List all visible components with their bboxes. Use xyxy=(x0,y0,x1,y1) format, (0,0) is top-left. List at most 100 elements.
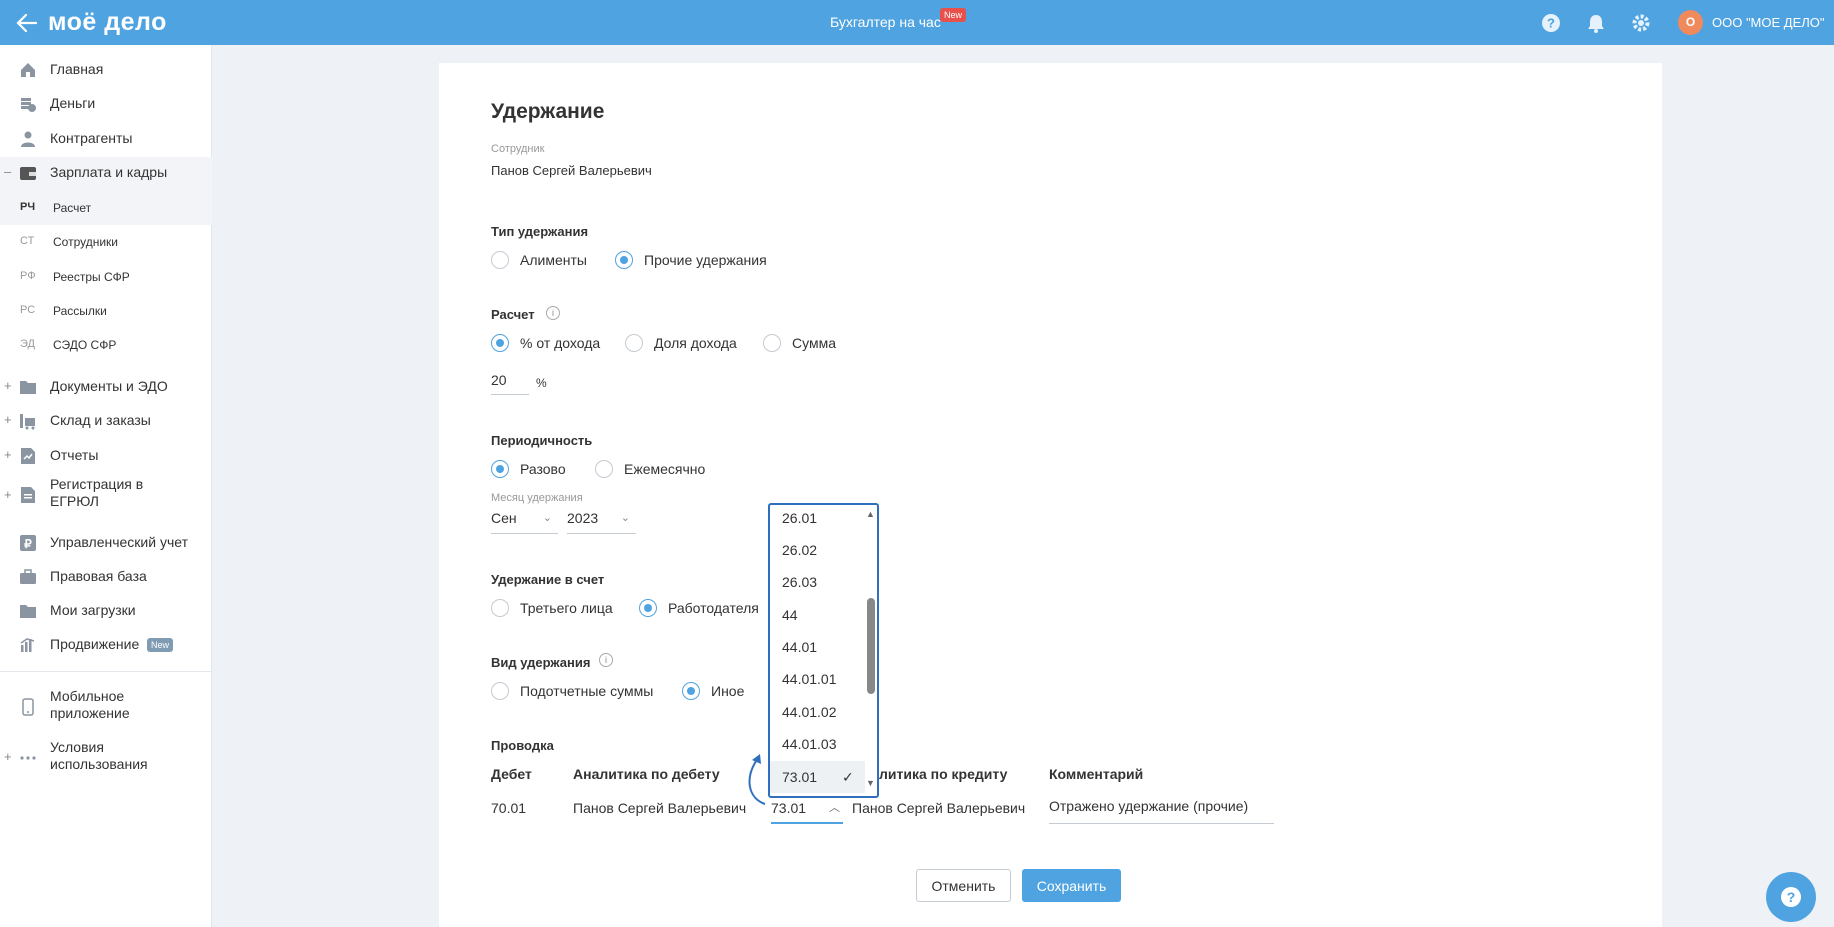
expand-toggle[interactable]: + xyxy=(4,487,12,502)
sidebar-subitem-employees[interactable]: СТ Сотрудники xyxy=(0,225,212,259)
sidebar-item-terms[interactable]: + Условия использования xyxy=(0,737,212,777)
sidebar-item-registration[interactable]: + Регистрация в ЕГРЮЛ xyxy=(0,474,212,516)
sidebar-item-label: Зарплата и кадры xyxy=(50,164,168,180)
org-name[interactable]: ООО "МОЕ ДЕЛО" xyxy=(1712,15,1825,30)
radio-income-share[interactable] xyxy=(625,334,643,352)
dropdown-option[interactable]: 44 xyxy=(770,599,865,631)
collapse-toggle[interactable]: – xyxy=(4,164,11,179)
help-chat-button[interactable]: ? xyxy=(1766,872,1816,922)
info-icon[interactable]: i xyxy=(599,653,613,667)
radio-monthly-label[interactable]: Ежемесячно xyxy=(624,461,705,477)
dropdown-option[interactable]: 26.01 xyxy=(770,505,865,534)
month-label: Месяц удержания xyxy=(491,492,583,504)
comment-input[interactable]: Отражено удержание (прочие) xyxy=(1049,798,1274,824)
help-icon[interactable]: ? xyxy=(1540,12,1562,34)
dropdown-scrollbar[interactable] xyxy=(867,598,875,694)
app-logo[interactable]: моё дело xyxy=(48,8,167,37)
sidebar-item-salary[interactable]: – Зарплата и кадры xyxy=(0,157,212,191)
month-select[interactable]: Сен ⌄ xyxy=(491,510,558,534)
sidebar-subitem-mailings[interactable]: РС Рассылки xyxy=(0,294,212,328)
dropdown-option-label: 73.01 xyxy=(782,769,818,785)
dropdown-option[interactable]: 44.01.02 xyxy=(770,696,865,728)
dropdown-option[interactable]: 44.01.03 xyxy=(770,728,865,760)
expand-toggle[interactable]: + xyxy=(4,412,12,427)
subitem-code: ЭД xyxy=(20,338,35,350)
radio-other-label[interactable]: Иное xyxy=(711,683,744,699)
radio-once-label[interactable]: Разово xyxy=(520,461,566,477)
gear-icon[interactable] xyxy=(1630,12,1652,34)
chevron-down-icon: ⌄ xyxy=(542,512,552,524)
promotion-icon xyxy=(20,638,35,652)
radio-sum[interactable] xyxy=(763,334,781,352)
sidebar-item-mobile-app[interactable]: Мобильное приложение xyxy=(0,686,212,726)
sidebar-item-warehouse[interactable]: + Склад и заказы xyxy=(0,405,212,437)
sidebar-item-label: Главная xyxy=(50,61,104,77)
sidebar-item-promotion[interactable]: Продвижение New xyxy=(0,629,212,661)
radio-other-deductions-label[interactable]: Прочие удержания xyxy=(644,252,767,268)
percent-input[interactable]: 20 xyxy=(491,372,529,395)
radio-accountable-sums-label[interactable]: Подотчетные суммы xyxy=(520,683,653,699)
sidebar-item-label: Деньги xyxy=(50,95,96,111)
sidebar-item-downloads[interactable]: Мои загрузки xyxy=(0,595,212,627)
cancel-button[interactable]: Отменить xyxy=(916,869,1011,902)
scroll-down-icon[interactable]: ▼ xyxy=(866,778,875,788)
briefcase-icon xyxy=(20,569,36,584)
radio-percent-income-label[interactable]: % от дохода xyxy=(520,335,600,351)
new-badge: New xyxy=(147,638,174,652)
radio-other-deductions[interactable] xyxy=(615,251,633,269)
year-value: 2023 xyxy=(567,510,599,526)
radio-once[interactable] xyxy=(491,460,509,478)
radio-third-party[interactable] xyxy=(491,599,509,617)
subitem-label: Реестры СФР xyxy=(53,270,130,284)
svg-text:?: ? xyxy=(1787,889,1796,905)
save-button[interactable]: Сохранить xyxy=(1022,869,1121,902)
bell-icon[interactable] xyxy=(1585,12,1607,34)
report-icon xyxy=(21,448,35,464)
radio-employer-label[interactable]: Работодателя xyxy=(668,600,759,616)
contractors-icon xyxy=(21,131,35,147)
org-avatar[interactable]: О xyxy=(1678,10,1703,35)
dropdown-option-selected[interactable]: 73.01 ✓ xyxy=(770,761,865,793)
sidebar-subitem-registries[interactable]: РФ Реестры СФР xyxy=(0,260,212,294)
credit-account-value: 73.01 xyxy=(771,800,807,816)
expand-toggle[interactable]: + xyxy=(4,749,12,764)
year-select[interactable]: 2023 ⌄ xyxy=(567,510,636,534)
sidebar-subitem-calc[interactable]: РЧ Расчет xyxy=(0,191,212,225)
radio-monthly[interactable] xyxy=(595,460,613,478)
dropdown-option[interactable]: 26.02 xyxy=(770,534,865,566)
back-arrow-icon[interactable] xyxy=(14,10,40,36)
scroll-up-icon[interactable]: ▲ xyxy=(866,509,875,519)
sidebar-item-money[interactable]: Деньги xyxy=(0,88,212,120)
subitem-code: РФ xyxy=(20,270,36,282)
dropdown-option[interactable]: 26.03 xyxy=(770,566,865,598)
sidebar-item-reports[interactable]: + Отчеты xyxy=(0,440,212,472)
accountant-service-link[interactable]: Бухгалтер на час xyxy=(830,14,941,30)
registration-icon xyxy=(21,487,35,503)
dropdown-option[interactable]: 44.01 xyxy=(770,631,865,663)
subitem-code: СТ xyxy=(20,235,35,247)
credit-analytics-header: литика по кредиту xyxy=(879,766,1008,782)
radio-income-share-label[interactable]: Доля дохода xyxy=(654,335,737,351)
radio-other[interactable] xyxy=(682,682,700,700)
credit-account-dropdown[interactable]: 26.01 26.02 26.03 44 44.01 44.01.01 44.0… xyxy=(768,503,879,798)
radio-percent-income[interactable] xyxy=(491,334,509,352)
sidebar-item-contractors[interactable]: Контрагенты xyxy=(0,123,212,155)
checkmark-icon: ✓ xyxy=(842,769,854,785)
radio-employer[interactable] xyxy=(639,599,657,617)
sidebar-item-home[interactable]: Главная xyxy=(0,54,212,86)
dropdown-option[interactable]: 44.01.01 xyxy=(770,663,865,695)
sidebar-subitem-sedo[interactable]: ЭД СЭДО СФР xyxy=(0,328,212,362)
radio-third-party-label[interactable]: Третьего лица xyxy=(520,600,613,616)
radio-accountable-sums[interactable] xyxy=(491,682,509,700)
radio-alimony[interactable] xyxy=(491,251,509,269)
new-badge: New xyxy=(940,8,967,22)
radio-alimony-label[interactable]: Алименты xyxy=(520,252,587,268)
radio-sum-label[interactable]: Сумма xyxy=(792,335,836,351)
info-icon[interactable]: i xyxy=(546,306,560,320)
folder-icon xyxy=(20,381,36,394)
expand-toggle[interactable]: + xyxy=(4,378,12,393)
sidebar-item-legal-base[interactable]: Правовая база xyxy=(0,561,212,593)
expand-toggle[interactable]: + xyxy=(4,447,12,462)
sidebar-item-documents[interactable]: + Документы и ЭДО xyxy=(0,371,212,403)
sidebar-item-management[interactable]: ₽ Управленческий учет xyxy=(0,527,212,559)
